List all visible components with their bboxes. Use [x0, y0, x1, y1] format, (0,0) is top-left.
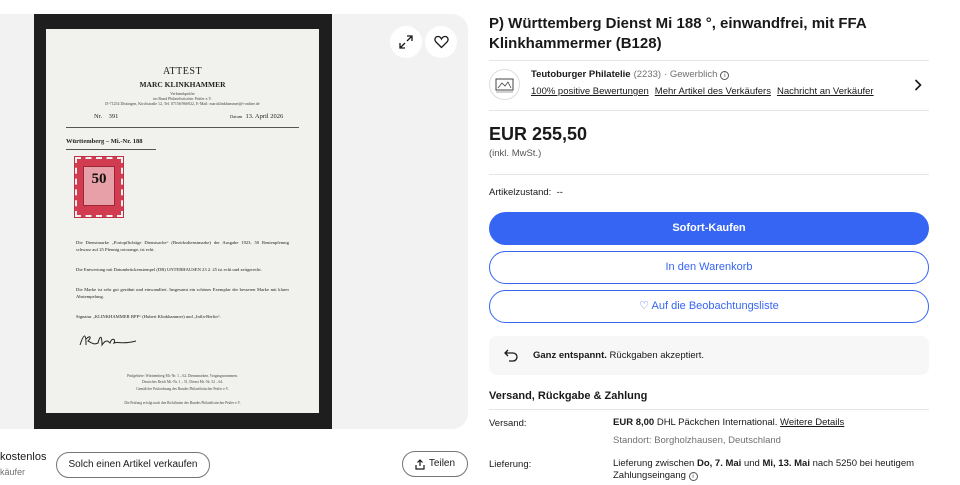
condition-value: -- — [556, 187, 563, 198]
certificate-number: Nr. 391 — [94, 113, 119, 120]
certificate-address: D-71254 Ditzingen, Kirchstraße 12, Tel. … — [105, 101, 260, 106]
certificate-footer: Gemäß der Prüfordnung des Bundes Philate… — [136, 387, 229, 391]
seller-links: 100% positive Bewertungen Mehr Artikel d… — [531, 86, 874, 98]
add-to-cart-button[interactable]: In den Warenkorb — [489, 251, 929, 284]
share-icon — [415, 458, 425, 470]
condition-label: Artikelzustand: — [489, 187, 552, 198]
stamp-image: 50 — [74, 156, 124, 218]
certificate-paragraph: Die Dienstmarke „Portopflichtige Diensts… — [76, 240, 289, 252]
shipping-section-title: Versand, Rückgabe & Zahlung — [489, 390, 648, 402]
watch-heart-button[interactable] — [425, 26, 457, 58]
tax-note: (inkl. MwSt.) — [489, 148, 542, 159]
certificate-date: Datum 13. April 2026 — [230, 113, 284, 120]
certificate-paragraph: Die Marke ist sehr gut gezähnt und einwa… — [76, 287, 289, 299]
info-icon[interactable]: i — [720, 70, 730, 80]
shipping-value: EUR 8,00 DHL Päckchen International. Wei… — [613, 417, 845, 428]
divider — [489, 174, 929, 175]
buyer-text: käufer — [0, 467, 26, 477]
buy-now-button[interactable]: Sofort-Kaufen — [489, 212, 929, 245]
seller-logo[interactable] — [489, 69, 520, 100]
shipping-details-link[interactable]: Weitere Details — [780, 417, 844, 428]
certificate-footer: Prüfgebiete: Württemberg Mi.-Nr. 1 – 62,… — [127, 374, 238, 378]
returns-info: Ganz entspannt. Rückgaben akzeptiert. — [489, 336, 929, 375]
divider — [489, 110, 929, 111]
expand-button[interactable] — [390, 26, 422, 58]
price: EUR 255,50 — [489, 124, 588, 144]
seller-info: Teutoburger Philatelie (2233) · Gewerbli… — [531, 69, 730, 81]
divider — [489, 60, 929, 61]
seller-name[interactable]: Teutoburger Philatelie — [531, 69, 631, 81]
stamp-value: 50 — [91, 171, 107, 187]
more-items-link[interactable]: Mehr Artikel des Verkäufers — [655, 86, 771, 98]
shipping-free-text: kostenlos — [0, 451, 47, 463]
seller-feedback-count: (2233) — [633, 69, 662, 80]
return-arrow-icon — [504, 349, 518, 362]
add-to-watchlist-button[interactable]: ♡ Auf die Beobachtungsliste — [489, 290, 929, 323]
expand-icon — [399, 35, 413, 49]
positive-feedback-link[interactable]: 100% positive Bewertungen — [531, 86, 649, 98]
divider — [489, 409, 929, 410]
seller-logo-image — [495, 78, 514, 93]
seller-type: · Gewerblich — [664, 69, 718, 80]
certificate-footer: Die Prüfung erfolgt nach den Richtlinien… — [124, 401, 241, 405]
certificate-image: ATTEST MARC KLINKHAMMER Verbandsprüfer i… — [46, 29, 319, 413]
certificate-title: ATTEST — [162, 66, 203, 77]
certificate-expert-name: MARC KLINKHAMMER — [139, 80, 226, 89]
share-button[interactable]: Teilen — [402, 451, 468, 477]
returns-text: Ganz entspannt. Rückgaben akzeptiert. — [533, 350, 705, 361]
certificate-footer: Deutsches Reich Mi.-Nr. 1 – 51, Dienst M… — [141, 380, 224, 384]
certificate-paragraph: Signatur „KLINKHAMMER BPP“ (Hubert Klink… — [76, 314, 221, 319]
share-button-label: Teilen — [428, 458, 456, 469]
certificate-heading: Württemberg – Mi.-Nr. 188 — [66, 138, 143, 145]
info-icon[interactable]: i — [688, 472, 698, 481]
certificate-paragraph: Die Entwertung mit Datumbrückenstempel (… — [76, 267, 262, 272]
sell-similar-button[interactable]: Solch einen Artikel verkaufen — [56, 452, 210, 478]
heart-icon — [433, 35, 449, 49]
delivery-value: Lieferung zwischen Do, 7. Mai und Mi, 13… — [613, 458, 915, 481]
certificate-divider — [66, 127, 299, 128]
contact-seller-link[interactable]: Nachricht an Verkäufer — [777, 86, 874, 98]
item-condition: Artikelzustand: -- — [489, 187, 563, 198]
delivery-label: Lieferung: — [489, 459, 532, 470]
listing-title: P) Württemberg Dienst Mi 188 °, einwandf… — [489, 15, 867, 52]
item-location: Standort: Borgholzhausen, Deutschland — [613, 435, 781, 446]
certificate-divider — [66, 149, 156, 150]
signature-image — [79, 335, 137, 347]
shipping-label: Versand: — [489, 418, 527, 429]
chevron-right-icon[interactable] — [914, 79, 922, 91]
